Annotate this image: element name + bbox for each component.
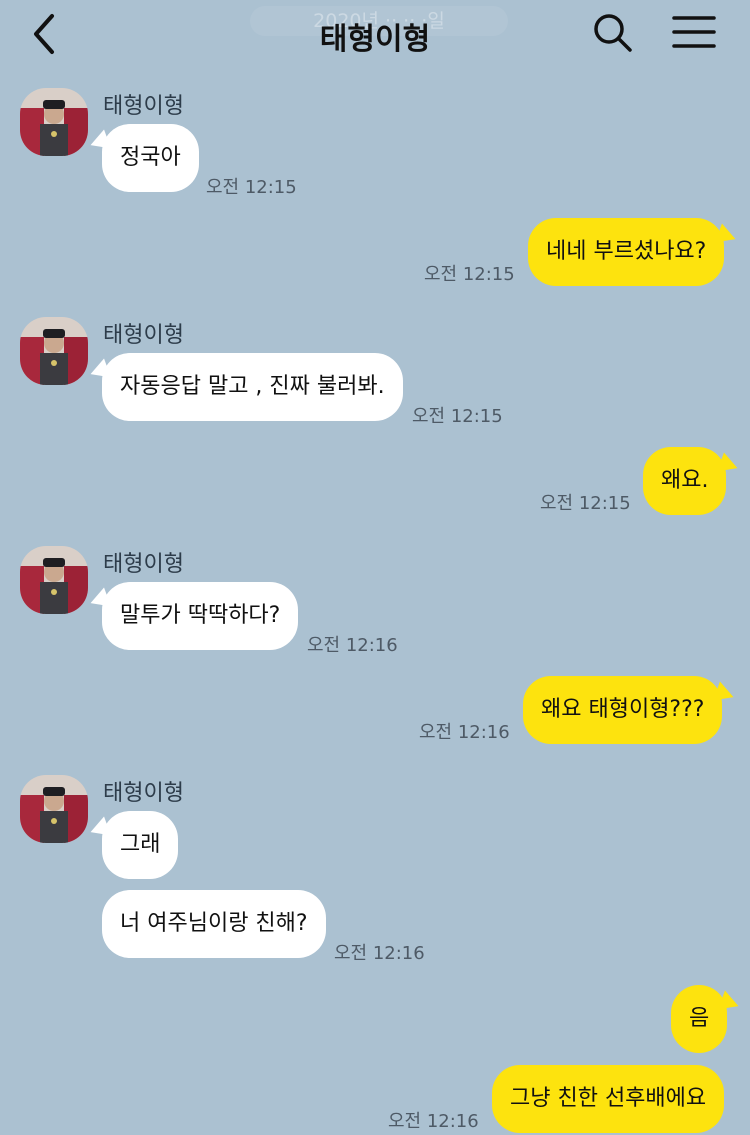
- message-bubble[interactable]: 정국아: [102, 124, 199, 192]
- message-bubble[interactable]: 네네 부르셨나요?: [528, 218, 725, 286]
- sender-name: 태형이형: [103, 552, 184, 577]
- message-time: 오전 12:16: [307, 635, 398, 656]
- message-bubble[interactable]: 왜요 태형이형???: [523, 676, 723, 744]
- message-bubble[interactable]: 왜요.: [643, 447, 727, 515]
- message-bubble[interactable]: 그래: [102, 811, 179, 879]
- message-bubble[interactable]: 그냥 친한 선후배에요: [492, 1065, 725, 1133]
- sender-name: 태형이형: [103, 323, 184, 348]
- menu-icon: [672, 16, 716, 48]
- message-bubble[interactable]: 자동응답 말고 , 진짜 불러봐.: [102, 353, 403, 421]
- sender-name: 태형이형: [103, 781, 184, 806]
- sender-name: 태형이형: [103, 94, 184, 119]
- message-bubble[interactable]: 너 여주님이랑 친해?: [102, 890, 326, 958]
- avatar[interactable]: [20, 317, 88, 385]
- message-time: 오전 12:15: [206, 177, 297, 198]
- message-time: 오전 12:16: [419, 722, 510, 743]
- menu-button[interactable]: [672, 14, 716, 50]
- search-button[interactable]: [592, 12, 634, 54]
- message-time: 오전 12:15: [540, 493, 631, 514]
- avatar[interactable]: [20, 775, 88, 843]
- message-time: 오전 12:15: [412, 406, 503, 427]
- message-bubble[interactable]: 음: [671, 985, 728, 1053]
- search-icon: [594, 14, 632, 52]
- message-bubble[interactable]: 말투가 딱딱하다?: [102, 582, 299, 650]
- chat-header: 2020년 ·· ·· ·일 태형이형: [0, 0, 750, 72]
- chat-title: 태형이형: [319, 22, 431, 57]
- message-time: 오전 12:16: [334, 943, 425, 964]
- avatar[interactable]: [20, 88, 88, 156]
- avatar[interactable]: [20, 546, 88, 614]
- message-time: 오전 12:16: [388, 1111, 479, 1132]
- message-time: 오전 12:15: [424, 264, 515, 285]
